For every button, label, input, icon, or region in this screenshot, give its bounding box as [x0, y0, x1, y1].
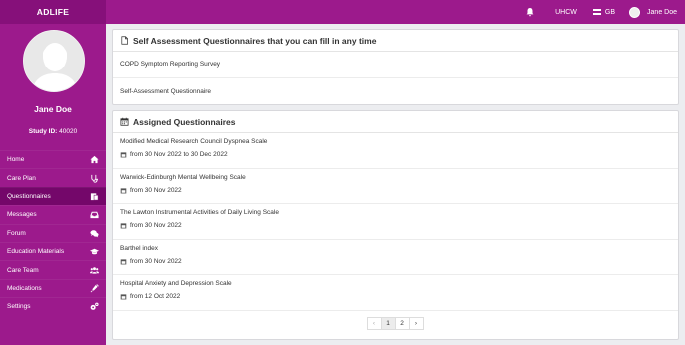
- assigned-questionnaire-item[interactable]: Barthel index from 30 Nov 2022: [113, 240, 678, 275]
- file-icon: [121, 36, 128, 45]
- comments-icon: [90, 230, 99, 238]
- pagination-page-2[interactable]: 2: [394, 316, 410, 330]
- language-selector[interactable]: GB: [592, 8, 616, 16]
- graduation-cap-icon: [90, 248, 99, 255]
- questionnaire-date-text: from 30 Nov 2022: [130, 186, 182, 194]
- sidebar-item-label: Education Materials: [7, 248, 65, 256]
- sidebar-menu: Home Care Plan Questionnaires Messages F…: [0, 150, 106, 316]
- assigned-questionnaires-title: Assigned Questionnaires: [133, 116, 236, 127]
- calendar-icon: [120, 187, 127, 193]
- sidebar: Jane Doe Study ID: 40020 Home Care Plan …: [0, 24, 106, 345]
- self-assessment-item-label: Self-Assessment Questionnaire: [120, 87, 212, 95]
- stethoscope-icon: [91, 174, 98, 183]
- calendar-icon: [120, 258, 127, 264]
- self-assessment-panel: Self Assessment Questionnaires that you …: [112, 29, 679, 105]
- language-label: GB: [604, 8, 616, 16]
- sidebar-item-care-team[interactable]: Care Team: [0, 260, 106, 278]
- self-assessment-title: Self Assessment Questionnaires that you …: [133, 35, 377, 46]
- assigned-questionnaires-panel: Assigned Questionnaires Modified Medical…: [112, 110, 679, 340]
- pagination-prev-button[interactable]: ‹: [366, 316, 382, 330]
- main-content: Self Assessment Questionnaires that you …: [106, 24, 685, 345]
- pagination: ‹ 1 2 ›: [113, 316, 678, 330]
- sidebar-item-label: Care Team: [7, 266, 39, 274]
- questionnaire-date: from 12 Oct 2022: [120, 293, 671, 300]
- questionnaire-date-text: from 30 Nov 2022: [130, 222, 182, 229]
- sidebar-item-medications[interactable]: Medications: [0, 278, 106, 297]
- assigned-questionnaire-item[interactable]: Warwick-Edinburgh Mental Wellbeing Scale…: [113, 169, 678, 204]
- questionnaire-date: from 30 Nov 2022: [120, 222, 671, 229]
- assigned-questionnaire-item[interactable]: The Lawton Instrumental Activities of Da…: [113, 204, 678, 240]
- assigned-questionnaire-item[interactable]: Modified Medical Research Council Dyspne…: [113, 133, 678, 169]
- calendar-icon: [120, 117, 129, 126]
- inbox-icon: [90, 212, 99, 219]
- assigned-questionnaires-header: Assigned Questionnaires: [113, 111, 678, 133]
- profile-avatar: [23, 30, 85, 92]
- questionnaire-date-text: from 30 Nov 2022: [130, 257, 182, 265]
- questionnaire-date: from 30 Nov 2022: [120, 187, 671, 194]
- sidebar-item-label: Settings: [7, 303, 31, 311]
- self-assessment-item[interactable]: Self-Assessment Questionnaire: [113, 78, 678, 104]
- profile-name: Jane Doe: [34, 104, 72, 114]
- self-assessment-item[interactable]: COPD Symptom Reporting Survey: [113, 52, 678, 78]
- sidebar-item-messages[interactable]: Messages: [0, 205, 106, 223]
- questionnaire-date: from 30 Nov 2022 to 30 Dec 2022: [120, 151, 671, 158]
- self-assessment-header: Self Assessment Questionnaires that you …: [113, 30, 678, 52]
- assigned-questionnaire-item[interactable]: Hospital Anxiety and Depression Scale fr…: [113, 275, 678, 311]
- gears-icon: [90, 302, 99, 311]
- questionnaire-title: Warwick-Edinburgh Mental Wellbeing Scale: [120, 173, 246, 181]
- users-icon: [90, 266, 99, 274]
- sidebar-item-care-plan[interactable]: Care Plan: [0, 168, 106, 186]
- syringe-icon: [90, 284, 99, 293]
- sidebar-item-label: Forum: [7, 229, 26, 237]
- sidebar-item-settings[interactable]: Settings: [0, 297, 106, 315]
- calendar-icon: [120, 223, 127, 229]
- sidebar-item-label: Questionnaires: [7, 192, 51, 200]
- questionnaire-title: The Lawton Instrumental Activities of Da…: [120, 209, 279, 216]
- sidebar-item-label: Medications: [7, 284, 42, 292]
- sidebar-item-home[interactable]: Home: [0, 150, 106, 168]
- study-id-label: Study ID:: [28, 128, 58, 135]
- self-assessment-item-label: COPD Symptom Reporting Survey: [120, 61, 221, 68]
- sidebar-item-label: Messages: [7, 211, 37, 219]
- questionnaire-title: Barthel index: [120, 244, 158, 252]
- study-id-value: 40020: [59, 128, 78, 135]
- user-menu-name[interactable]: Jane Doe: [647, 9, 677, 16]
- sidebar-item-label: Care Plan: [7, 174, 36, 182]
- bell-icon[interactable]: [525, 7, 535, 17]
- sidebar-item-forum[interactable]: Forum: [0, 223, 106, 242]
- questionnaire-title: Modified Medical Research Council Dyspne…: [120, 138, 268, 145]
- calendar-icon: [120, 294, 127, 300]
- calendar-icon: [120, 152, 127, 158]
- pagination-page-1[interactable]: 1: [380, 316, 396, 330]
- person-silhouette-icon: [24, 31, 84, 91]
- questionnaire-date: from 30 Nov 2022: [120, 258, 671, 265]
- profile-card: Jane Doe Study ID: 40020: [0, 24, 106, 150]
- questionnaire-date-text: from 12 Oct 2022: [130, 293, 181, 300]
- questionnaire-date-text: from 30 Nov 2022 to 30 Dec 2022: [130, 151, 228, 158]
- top-navbar: ADLIFE UHCW GB Jane Doe: [0, 0, 685, 24]
- sidebar-item-education-materials[interactable]: Education Materials: [0, 241, 106, 260]
- flag-icon: [592, 9, 601, 15]
- study-id: Study ID: 40020: [0, 128, 106, 135]
- questionnaire-title: Hospital Anxiety and Depression Scale: [120, 280, 232, 287]
- sidebar-item-questionnaires[interactable]: Questionnaires: [0, 186, 106, 206]
- sidebar-item-label: Home: [7, 156, 25, 164]
- home-icon: [90, 156, 99, 164]
- user-avatar[interactable]: [629, 6, 641, 18]
- clipboard-icon: [90, 193, 99, 201]
- brand-logo[interactable]: ADLIFE: [0, 0, 106, 24]
- organization-selector[interactable]: UHCW: [555, 9, 577, 16]
- pagination-next-button[interactable]: ›: [408, 316, 424, 330]
